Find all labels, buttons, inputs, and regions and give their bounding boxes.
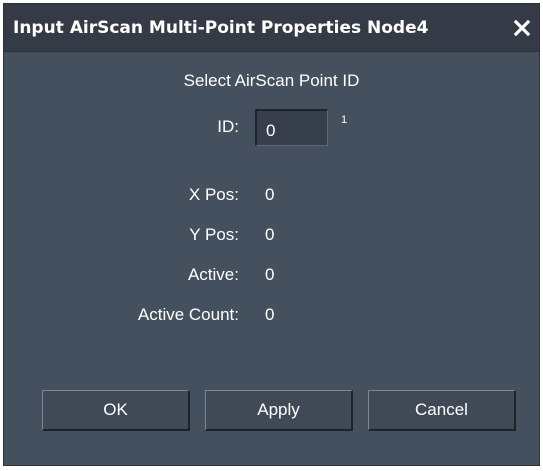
apply-button[interactable]: Apply	[205, 390, 353, 431]
close-icon[interactable]	[512, 18, 532, 38]
window-title: Input AirScan Multi-Point Properties Nod…	[13, 18, 429, 38]
y-pos-value: 0	[265, 225, 275, 244]
id-superscript: 1	[341, 114, 348, 126]
x-pos-value: 0	[265, 185, 275, 204]
id-label: ID:	[217, 117, 239, 136]
cancel-button[interactable]: Cancel	[368, 390, 516, 431]
title-bar[interactable]: Input AirScan Multi-Point Properties Nod…	[4, 4, 539, 52]
active-label: Active:	[187, 265, 239, 284]
ok-button[interactable]: OK	[42, 390, 190, 431]
id-input[interactable]	[255, 109, 328, 146]
active-count-label: Active Count:	[137, 305, 239, 324]
y-pos-label: Y Pos:	[189, 225, 239, 244]
select-point-heading: Select AirScan Point ID	[183, 71, 360, 90]
active-count-value: 0	[265, 305, 275, 324]
x-pos-label: X Pos:	[188, 185, 239, 204]
active-value: 0	[265, 265, 275, 284]
properties-dialog: Input AirScan Multi-Point Properties Nod…	[3, 3, 540, 466]
